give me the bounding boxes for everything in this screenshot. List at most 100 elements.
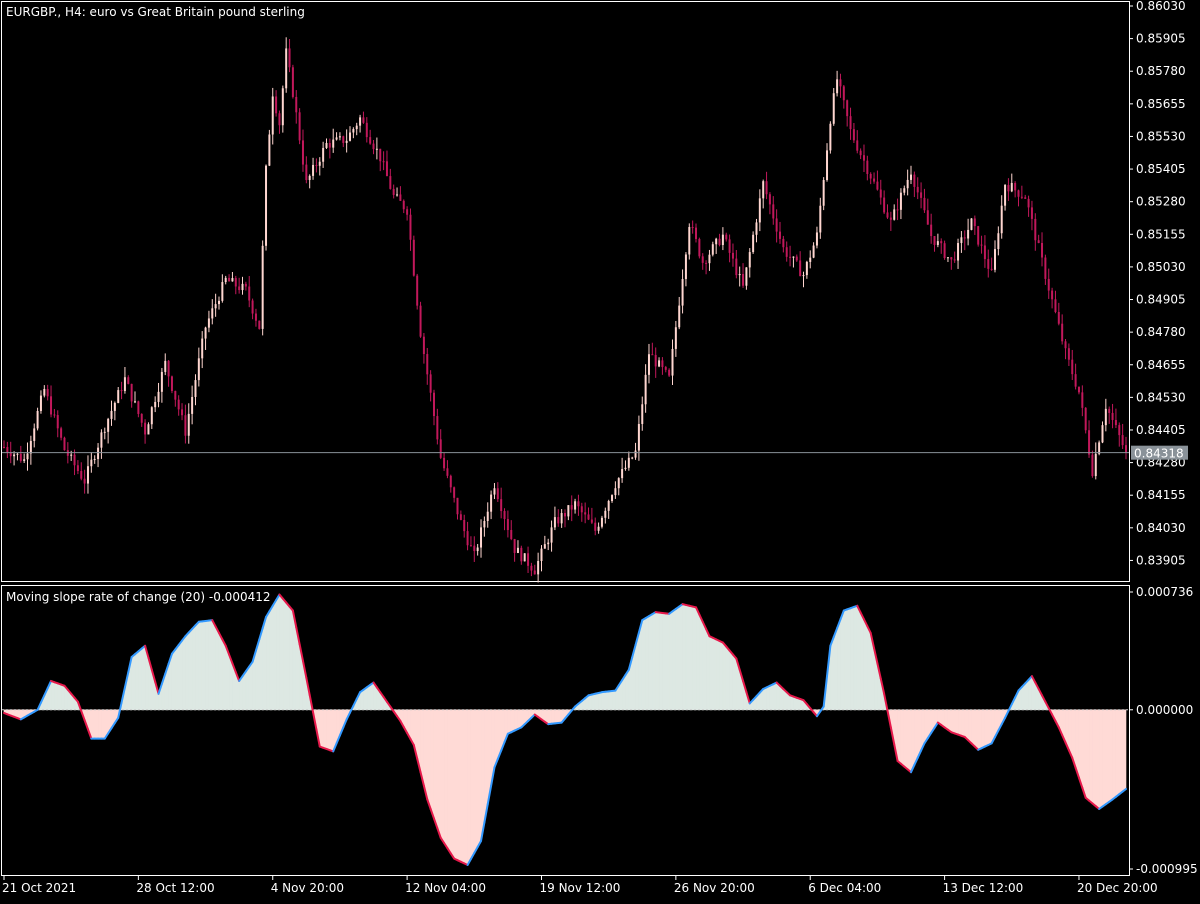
indicator-area-segment: [730, 651, 733, 710]
candle-body: [373, 144, 375, 150]
candle-body: [493, 488, 495, 494]
indicator-area-segment: [518, 710, 521, 729]
indicator-area-segment: [434, 710, 437, 828]
indicator-area-segment: [867, 626, 870, 710]
indicator-area-segment: [320, 710, 323, 748]
indicator-area-segment: [649, 614, 652, 710]
indicator-area-segment: [958, 710, 961, 736]
candle-body: [766, 181, 768, 194]
candle-body: [588, 514, 590, 519]
indicator-area-segment: [464, 710, 467, 865]
indicator-area-segment: [54, 682, 57, 710]
candle-body: [50, 396, 52, 414]
candle: [258, 320, 260, 329]
indicator-area-segment: [206, 621, 209, 710]
candle-body: [608, 501, 610, 511]
candle: [970, 218, 972, 230]
candle: [823, 177, 825, 210]
indicator-area-segment: [444, 710, 447, 848]
candle-body: [440, 439, 442, 457]
candle-body: [497, 488, 499, 499]
candle-body: [436, 416, 438, 439]
indicator-area-segment: [182, 636, 185, 710]
candle-body: [594, 523, 596, 531]
candle-body: [665, 367, 667, 370]
candle-body: [124, 377, 126, 391]
candle-body: [127, 377, 129, 384]
price-tick-label: 0.85155: [1136, 227, 1186, 241]
indicator-area-segment: [662, 613, 665, 710]
price-tick-label: 0.86030: [1136, 0, 1186, 13]
candle-body: [23, 459, 25, 461]
indicator-area-segment: [461, 710, 464, 864]
indicator-area-segment: [58, 683, 61, 709]
candle-body: [708, 255, 710, 263]
candle-body: [272, 96, 274, 134]
indicator-area-segment: [172, 649, 175, 709]
candle-body: [111, 411, 113, 419]
candle-body: [386, 161, 388, 176]
indicator-area-segment: [195, 622, 198, 710]
candle-body: [1075, 374, 1077, 387]
candle-body: [43, 389, 45, 396]
candle-body: [1014, 183, 1016, 190]
candle-body: [205, 328, 207, 339]
candle-body: [171, 376, 173, 391]
price-tick-label: 0.85530: [1136, 129, 1186, 143]
candle-body: [231, 278, 233, 281]
candle-body: [77, 465, 79, 471]
candle-body: [755, 222, 757, 234]
indicator-area-segment: [642, 618, 645, 710]
chart-canvas[interactable]: EURGBP., H4: euro vs Great Britain pound…: [0, 0, 1200, 900]
candle-body: [178, 400, 180, 410]
candle-body: [356, 126, 358, 129]
candle: [37, 408, 39, 431]
candle-body: [342, 136, 344, 143]
candle-body: [816, 232, 818, 245]
candle-body: [144, 423, 146, 435]
candle-body: [1091, 455, 1093, 476]
candle-body: [299, 112, 301, 140]
candle-body: [63, 438, 65, 450]
candle-body: [853, 129, 855, 140]
candle-body: [742, 274, 744, 286]
price-tick-label: 0.84905: [1136, 293, 1186, 307]
candle-body: [561, 513, 563, 523]
candle-body: [470, 545, 472, 546]
time-tick-label: 6 Dec 04:00: [808, 881, 881, 895]
candle-body: [661, 360, 663, 367]
indicator-area-segment: [847, 608, 850, 710]
candle-body: [1061, 324, 1063, 342]
indicator-area-segment: [246, 667, 249, 710]
candle-body: [682, 279, 684, 306]
candle-body: [30, 441, 32, 454]
candle-body: [168, 361, 170, 377]
indicator-area-segment: [273, 600, 276, 710]
indicator-area-segment: [363, 687, 366, 709]
candle: [688, 223, 690, 259]
candle-body: [544, 544, 546, 549]
indicator-area-segment: [965, 710, 968, 740]
candle-body: [900, 193, 902, 210]
candle-body: [420, 306, 422, 337]
candle-body: [369, 137, 371, 143]
candle-body: [762, 181, 764, 198]
indicator-area-segment: [1099, 710, 1102, 809]
candle-body: [413, 240, 415, 276]
candle-body: [601, 518, 603, 527]
candle-body: [1044, 258, 1046, 279]
candle-body: [1071, 360, 1073, 374]
indicator-area-segment: [276, 595, 279, 710]
trading-chart[interactable]: EURGBP., H4: euro vs Great Britain pound…: [0, 0, 1200, 900]
indicator-area-segment: [216, 627, 219, 710]
candle-body: [295, 97, 297, 112]
candle-body: [658, 360, 660, 366]
indicator-area-segment: [458, 710, 461, 862]
indicator-area-segment: [911, 710, 914, 772]
candle-body: [836, 79, 838, 93]
candle: [977, 226, 979, 247]
indicator-area-segment: [605, 691, 608, 709]
candle-body: [1122, 435, 1124, 445]
candle-body: [712, 244, 714, 254]
candle-body: [729, 239, 731, 253]
